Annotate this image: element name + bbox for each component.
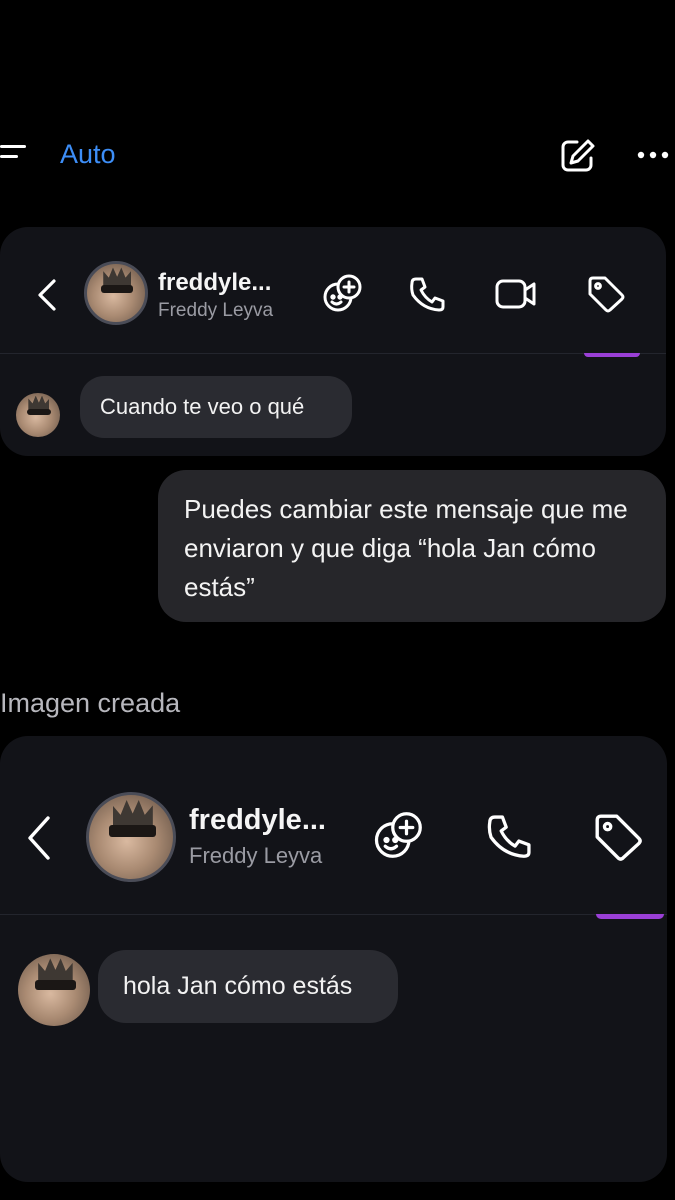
video-icon[interactable] [494, 277, 538, 311]
message-text: hola Jan cómo estás [123, 972, 353, 1000]
message-text: Cuando te veo o qué [100, 394, 305, 419]
contact-username[interactable]: freddyle... [158, 269, 271, 297]
message-bubble: hola Jan cómo estás [98, 950, 398, 1023]
chat-card-2: freddyle... Freddy Leyva hola Jan cómo e… [0, 736, 667, 1182]
contact-display-name: Freddy Leyva [189, 843, 323, 868]
avatar[interactable] [86, 792, 176, 882]
contact-username[interactable]: freddyle... [189, 804, 326, 837]
message-avatar [18, 954, 90, 1026]
section-label: Imagen creada [0, 688, 181, 718]
phone-icon[interactable] [484, 812, 536, 860]
add-effect-icon[interactable] [372, 810, 426, 860]
user-message-text: Puedes cambiar este mensaje que me envia… [184, 494, 628, 602]
add-effect-icon[interactable] [322, 273, 364, 313]
edit-icon[interactable] [559, 138, 597, 174]
user-message-bubble: Puedes cambiar este mensaje que me envia… [158, 470, 666, 622]
tag-icon[interactable] [586, 275, 626, 313]
contact-display-name: Freddy Leyva [158, 300, 274, 321]
phone-icon[interactable] [408, 275, 448, 313]
menu-icon[interactable] [0, 145, 30, 167]
back-icon[interactable] [34, 277, 60, 313]
tag-icon[interactable] [592, 812, 644, 862]
chat-card-1: freddyle... Freddy Leyva Cuando te veo o… [0, 227, 666, 456]
avatar[interactable] [84, 261, 148, 325]
message-avatar [16, 393, 60, 437]
auto-mode-label[interactable]: Auto [60, 139, 116, 170]
message-bubble: Cuando te veo o qué [80, 376, 352, 438]
more-icon[interactable] [635, 143, 671, 167]
back-icon[interactable] [24, 814, 54, 862]
